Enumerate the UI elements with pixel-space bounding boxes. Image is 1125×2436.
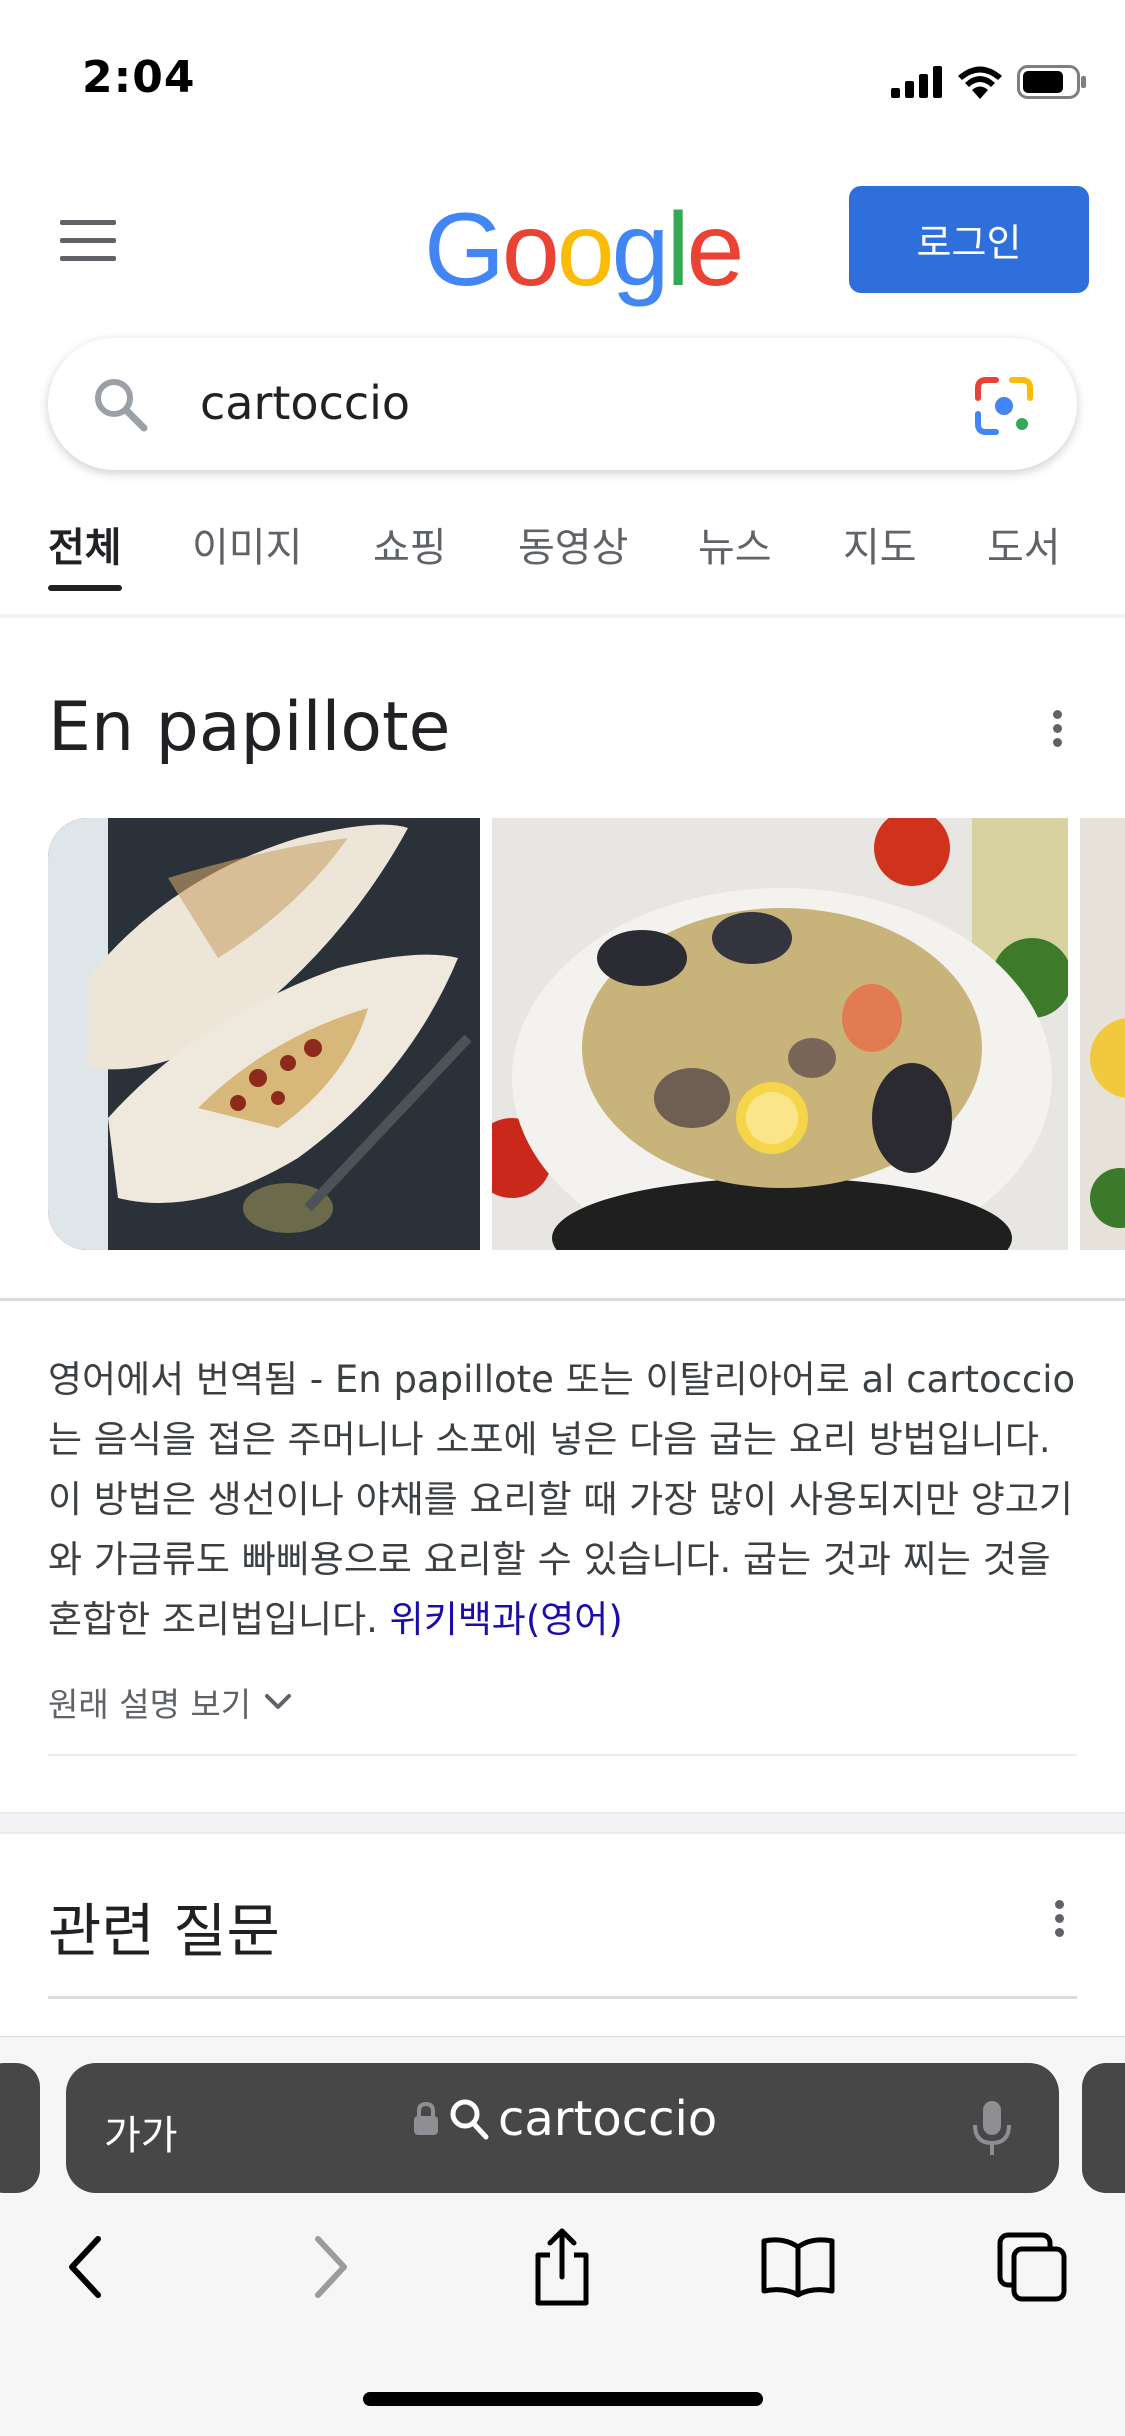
safari-bottom-bar: 가가 cartoccio (0, 2036, 1125, 2436)
tabs-divider (0, 614, 1125, 618)
tab-all[interactable]: 전체 (48, 515, 122, 591)
search-input[interactable]: cartoccio (200, 376, 410, 430)
tab-maps[interactable]: 지도 (843, 515, 917, 591)
tab-books[interactable]: 도서 (987, 515, 1061, 591)
google-logo-letter: g (611, 192, 670, 308)
related-questions-divider (48, 1996, 1077, 1999)
chevron-down-icon (265, 1694, 292, 1709)
hamburger-menu-icon[interactable] (60, 220, 116, 262)
search-tabs: 전체 이미지 쇼핑 동영상 뉴스 지도 도서 (0, 515, 1125, 595)
share-icon (535, 2228, 589, 2306)
google-header: Google 로그인 (0, 180, 1125, 302)
section-gap (0, 1812, 1125, 1834)
google-logo-letter: G (424, 192, 505, 308)
microphone-icon[interactable] (972, 2099, 1012, 2157)
tab-news[interactable]: 뉴스 (698, 515, 772, 591)
more-options-icon[interactable] (1050, 708, 1062, 748)
text-size-button[interactable]: 가가 (104, 2103, 178, 2161)
knowledge-panel-description: 영어에서 번역됨 - En papillote 또는 이탈리아어로 al car… (48, 1350, 1088, 1650)
related-questions-more-icon[interactable] (1052, 1898, 1064, 1938)
show-original-label: 원래 설명 보기 (48, 1685, 252, 1724)
section-divider (48, 1754, 1077, 1756)
back-icon (69, 2236, 101, 2298)
tab-videos[interactable]: 동영상 (518, 515, 628, 591)
tabs-button[interactable] (992, 2227, 1072, 2307)
forward-icon (315, 2236, 347, 2298)
fish-in-parchment-image[interactable] (48, 818, 480, 1250)
status-icons (891, 62, 1087, 102)
share-button[interactable] (522, 2227, 602, 2307)
login-button[interactable]: 로그인 (849, 186, 1089, 293)
previous-tab-preview[interactable] (0, 2063, 40, 2193)
lock-icon (414, 2101, 438, 2135)
back-button[interactable] (46, 2227, 126, 2307)
address-center: cartoccio (412, 2091, 717, 2147)
bookmarks-button[interactable] (758, 2227, 838, 2307)
tab-shopping[interactable]: 쇼핑 (373, 515, 447, 591)
related-questions-title: 관련 질문 (48, 1897, 280, 1965)
image-carousel[interactable] (48, 818, 1125, 1250)
google-logo-letter: o (501, 192, 560, 308)
wifi-icon (958, 66, 1002, 99)
show-original-toggle[interactable]: 원래 설명 보기 (48, 1678, 293, 1726)
wikipedia-link[interactable]: 위키백과(영어) (390, 1598, 623, 1641)
google-logo-letter: o (556, 192, 615, 308)
partial-dish-image[interactable] (1080, 818, 1125, 1250)
battery-icon (1017, 65, 1086, 99)
address-bar[interactable]: 가가 cartoccio (66, 2063, 1059, 2193)
address-text: cartoccio (498, 2091, 718, 2147)
bookmarks-icon (761, 2237, 835, 2298)
google-logo-letter: e (686, 192, 745, 308)
search-box[interactable]: cartoccio (48, 338, 1077, 470)
google-logo[interactable]: Google (424, 198, 744, 302)
status-time: 2:04 (82, 52, 196, 103)
tab-images[interactable]: 이미지 (192, 515, 302, 591)
home-indicator[interactable] (363, 2392, 763, 2406)
knowledge-panel-title: En papillote (48, 688, 451, 767)
forward-button[interactable] (290, 2227, 370, 2307)
search-icon (450, 2099, 489, 2140)
seafood-pasta-in-parchment-image[interactable] (492, 818, 1068, 1250)
next-tab-preview[interactable] (1082, 2063, 1125, 2193)
search-icon[interactable] (90, 374, 150, 434)
status-bar: 2:04 (0, 0, 1125, 160)
google-lens-icon[interactable] (974, 376, 1034, 436)
carousel-divider (0, 1298, 1125, 1301)
tabs-icon (997, 2232, 1067, 2302)
google-logo-letter: l (666, 192, 689, 308)
cellular-signal-icon (891, 66, 942, 98)
